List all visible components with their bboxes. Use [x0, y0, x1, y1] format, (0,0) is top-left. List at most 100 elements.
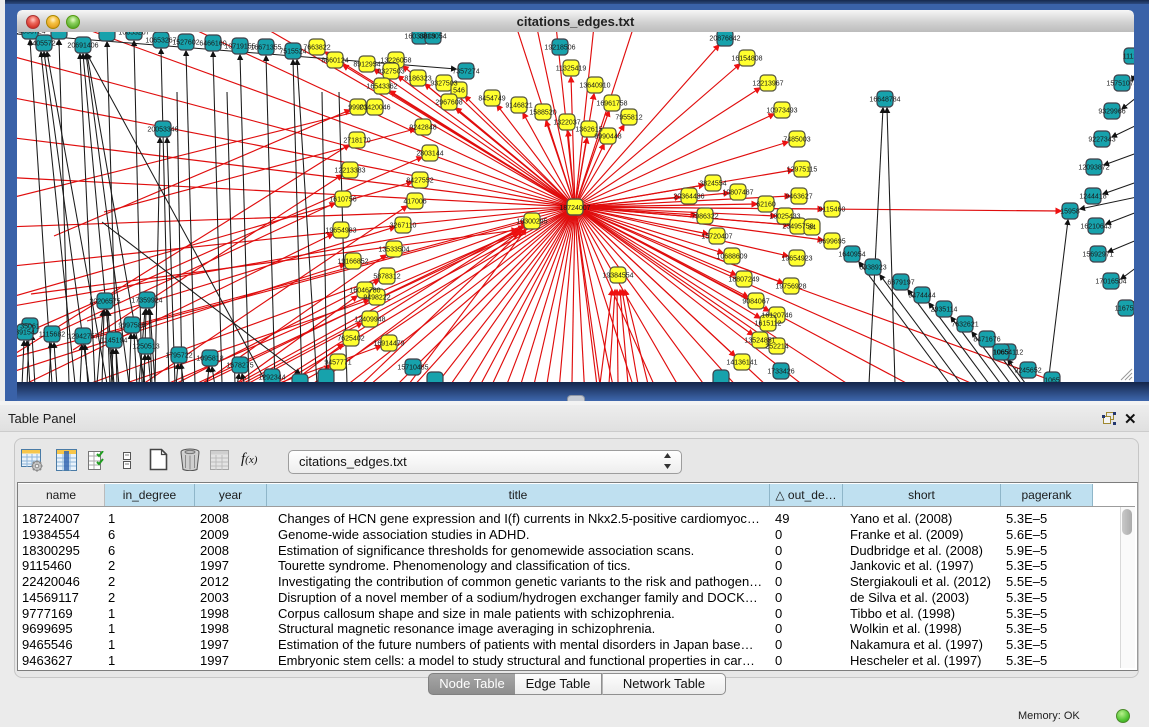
svg-text:13226058: 13226058 [380, 58, 411, 65]
svg-text:16543362: 16543362 [366, 84, 397, 91]
svg-text:8660124: 8660124 [321, 58, 348, 65]
svg-text:15710485: 15710485 [397, 365, 428, 372]
svg-text:1250513: 1250513 [132, 344, 159, 351]
svg-text:8813054: 8813054 [419, 34, 446, 41]
svg-text:19756928: 19756928 [775, 284, 806, 291]
svg-text:20691406: 20691406 [67, 43, 98, 50]
svg-text:11123: 11123 [1123, 54, 1134, 61]
svg-text:1527602: 1527602 [172, 40, 199, 47]
svg-text:12975115: 12975115 [787, 167, 818, 174]
svg-text:9115460: 9115460 [819, 207, 846, 214]
svg-text:17359924: 17359924 [131, 298, 162, 305]
svg-text:10973493: 10973493 [766, 108, 797, 115]
svg-text:16671355: 16671355 [250, 45, 281, 52]
svg-text:20364436: 20364436 [673, 194, 704, 201]
svg-text:9327503: 9327503 [377, 69, 404, 76]
svg-text:7625402: 7625402 [337, 336, 364, 343]
svg-text:1678275: 1678275 [226, 363, 253, 370]
svg-text:12213383: 12213383 [334, 168, 365, 175]
svg-text:16210643: 16210643 [1080, 224, 1111, 231]
svg-text:5878312: 5878312 [373, 274, 400, 281]
svg-text:252214: 252214 [765, 344, 788, 351]
svg-text:8427552: 8427552 [406, 178, 433, 185]
svg-text:1292344: 1292344 [258, 375, 285, 382]
svg-text:2935114: 2935114 [931, 307, 958, 314]
svg-text:12213967: 12213967 [752, 81, 783, 88]
svg-text:9146821: 9146821 [505, 103, 532, 110]
svg-text:18724007: 18724007 [559, 205, 590, 212]
svg-text:16648784: 16648784 [869, 97, 900, 104]
svg-text:546: 546 [453, 88, 465, 95]
svg-text:1115682: 1115682 [39, 332, 65, 339]
svg-text:7357274: 7357274 [452, 69, 479, 76]
svg-text:16046780: 16046780 [349, 288, 380, 295]
svg-text:116753: 116753 [1115, 306, 1134, 313]
svg-text:16154808: 16154808 [731, 56, 762, 63]
svg-text:1145194: 1145194 [101, 338, 128, 345]
svg-text:8938923: 8938923 [859, 265, 886, 272]
svg-text:24055724: 24055724 [17, 32, 46, 36]
svg-text:10807487: 10807487 [722, 190, 753, 197]
svg-text:1733426: 1733426 [767, 369, 794, 376]
svg-text:19384554: 19384554 [602, 273, 633, 280]
svg-text:2967608: 2967608 [435, 100, 462, 107]
svg-text:11325419: 11325419 [556, 66, 587, 73]
svg-text:1095818: 1095818 [196, 356, 223, 363]
svg-text:10688609: 10688609 [716, 254, 747, 261]
svg-text:15958: 15958 [1060, 209, 1080, 216]
svg-text:9699695: 9699695 [818, 239, 845, 246]
svg-text:16914479: 16914479 [373, 341, 404, 348]
svg-text:84: 84 [808, 225, 816, 232]
svg-text:2803144: 2803144 [416, 151, 443, 158]
svg-text:9329966: 9329966 [1098, 109, 1125, 116]
svg-text:39154: 39154 [17, 330, 35, 337]
svg-text:8471676: 8471676 [973, 337, 1000, 344]
svg-text:1322037: 1322037 [553, 120, 580, 127]
svg-text:2718170: 2718170 [343, 138, 370, 145]
svg-text:1588520: 1588520 [529, 110, 556, 117]
svg-text:1065: 1065 [993, 350, 1009, 357]
svg-text:1640954: 1640954 [838, 252, 865, 259]
svg-text:12409948: 12409948 [354, 317, 385, 324]
svg-text:8454749: 8454749 [478, 96, 505, 103]
svg-text:9242848: 9242848 [409, 125, 436, 132]
svg-text:7485003: 7485003 [783, 137, 810, 144]
svg-text:10025433: 10025433 [769, 214, 800, 221]
svg-text:417006: 417006 [403, 199, 426, 206]
svg-text:16120746: 16120746 [761, 313, 792, 320]
svg-text:16961758: 16961758 [596, 101, 627, 108]
svg-text:10653267: 10653267 [118, 32, 149, 37]
svg-text:19654983: 19654983 [325, 228, 356, 235]
svg-text:13640910: 13640910 [579, 83, 610, 90]
svg-text:14136141: 14136141 [726, 360, 757, 367]
svg-text:19166852: 19166852 [337, 259, 368, 266]
svg-text:6879197: 6879197 [887, 280, 914, 287]
svg-text:1610756: 1610756 [329, 197, 356, 204]
svg-text:17016504: 17016504 [1095, 279, 1126, 286]
svg-text:12942757: 12942757 [67, 334, 98, 341]
svg-text:20876842: 20876842 [709, 36, 740, 43]
svg-text:9463627: 9463627 [785, 194, 812, 201]
svg-text:24055724: 24055724 [28, 41, 59, 48]
svg-text:7955812: 7955812 [615, 115, 642, 122]
svg-text:9498222: 9498222 [363, 295, 390, 302]
svg-text:9997586: 9997586 [118, 323, 145, 330]
svg-text:9474444: 9474444 [908, 293, 935, 300]
svg-text:15751074: 15751074 [1106, 81, 1134, 88]
svg-text:18300295: 18300295 [516, 219, 547, 226]
svg-text:18807249: 18807249 [728, 277, 759, 284]
svg-text:1244418: 1244418 [1079, 194, 1106, 201]
svg-text:9084067: 9084067 [742, 299, 769, 306]
svg-text:12093872: 12093872 [1078, 165, 1109, 172]
svg-text:9245652: 9245652 [1014, 368, 1041, 375]
svg-text:19654923: 19654923 [781, 256, 812, 263]
svg-text:15692971: 15692971 [1082, 252, 1113, 259]
svg-text:19218506: 19218506 [544, 45, 575, 52]
svg-text:9327503: 9327503 [430, 81, 457, 88]
svg-text:15720407: 15720407 [701, 234, 732, 241]
svg-text:7986322: 7986322 [691, 214, 718, 221]
svg-text:7632621: 7632621 [951, 322, 978, 329]
svg-text:8912954: 8912954 [353, 62, 380, 69]
svg-text:6466160: 6466160 [199, 41, 226, 48]
svg-text:1615112: 1615112 [755, 321, 782, 328]
